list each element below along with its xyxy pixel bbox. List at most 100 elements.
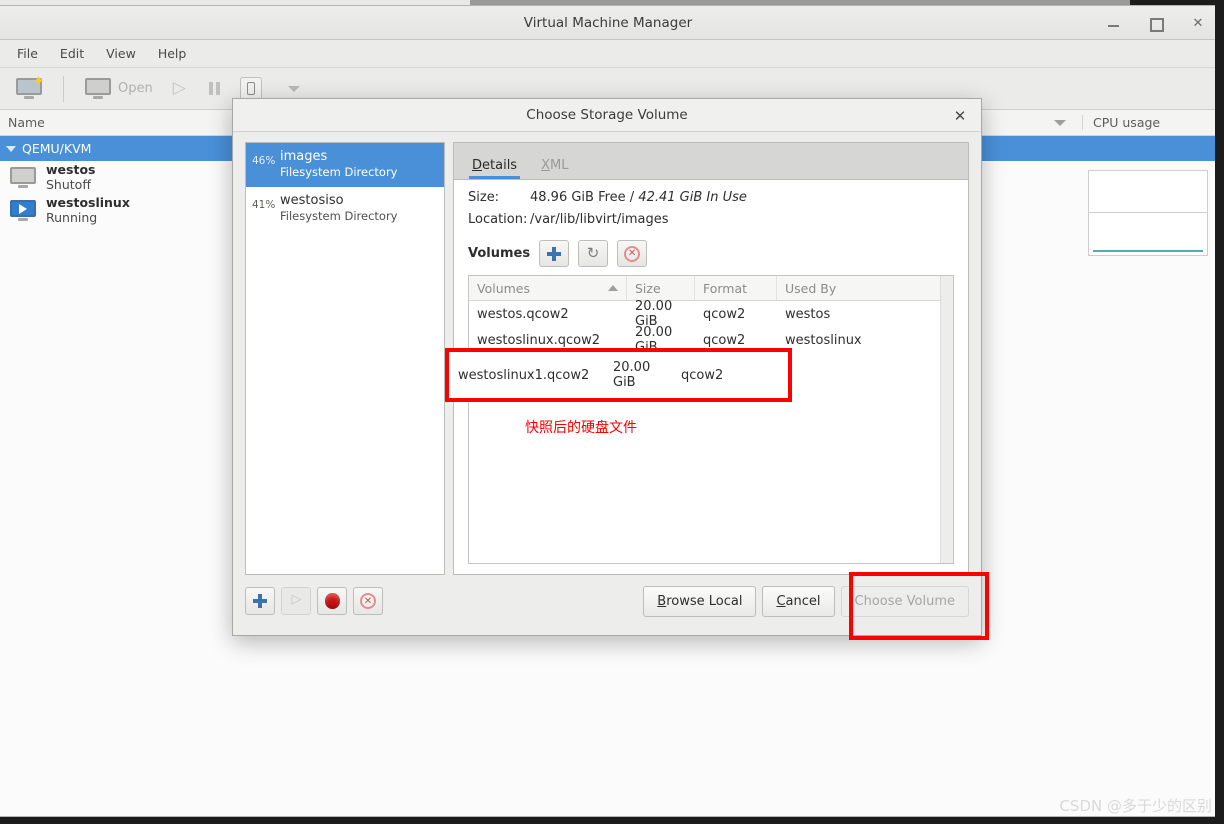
highlighted-volume-size: 20.00 GiB [613,360,651,390]
open-vm-button[interactable]: Open [77,74,161,103]
window-title: Virtual Machine Manager [523,14,693,31]
pool-usage-percent: 41% [252,198,276,211]
monitor-icon [85,78,111,99]
location-value: /var/lib/libvirt/images [530,212,669,227]
new-vm-icon: ✦ [16,74,45,99]
menu-view[interactable]: View [95,42,147,65]
pool-location-field: Location: /var/lib/libvirt/images [468,212,954,227]
volume-used-by: westoslinux [785,332,862,348]
new-vm-button[interactable]: ✦ [8,74,50,103]
add-pool-button[interactable] [245,587,275,615]
run-vm-button[interactable] [165,77,197,101]
column-header-format[interactable]: Format [695,276,777,300]
delete-circle-icon: ✕ [360,593,376,609]
shutdown-options-dropdown[interactable] [274,82,308,96]
highlighted-volume-name: westoslinux1.qcow2 [458,367,590,383]
vm-name: westoslinux [46,195,130,211]
vm-state: Running [46,209,98,225]
dialog-title: Choose Storage Volume [526,107,688,123]
column-header-volumes[interactable]: Volumes [469,276,627,300]
refresh-icon: ↻ [586,244,600,262]
sort-ascending-icon [608,285,618,291]
pool-type: Filesystem Directory [280,208,398,223]
vm-group-label: QEMU/KVM [22,141,92,156]
plus-icon [253,594,267,608]
menu-file[interactable]: File [6,42,49,65]
location-label: Location: [468,212,528,227]
menu-edit[interactable]: Edit [49,42,95,65]
pool-item-images[interactable]: 46% images Filesystem Directory [246,143,444,187]
open-label: Open [118,81,153,96]
menubar: File Edit View Help [0,40,1216,68]
shutdown-icon [239,76,262,101]
menu-help[interactable]: Help [147,42,198,65]
vm-name: westos [46,162,96,178]
volumes-toolbar: Volumes ↻ ✕ [468,240,954,267]
maximize-icon[interactable] [1146,13,1166,33]
pause-vm-button[interactable] [201,78,228,99]
volume-format: qcow2 [703,306,746,322]
table-row[interactable]: westos.qcow2 20.00 GiB qcow2 westos [469,299,953,329]
window-controls: ✕ [1104,6,1208,40]
screen: Virtual Machine Manager ✕ File Edit View… [0,0,1224,824]
dialog-close-icon[interactable]: ✕ [951,107,969,125]
volumes-table-scrollbar[interactable] [940,276,953,563]
delete-pool-button[interactable]: ✕ [353,587,383,615]
vm-state: Shutoff [46,176,91,192]
minimize-icon[interactable] [1104,13,1124,33]
stop-pool-button[interactable] [317,587,347,615]
column-header-size[interactable]: Size [627,276,695,300]
column-sort-toggle[interactable] [1038,119,1082,126]
pool-size-field: Size: 48.96 GiB Free / 42.41 GiB In Use [468,190,954,205]
close-icon[interactable]: ✕ [1188,13,1208,33]
sparkline-trace [1093,250,1203,252]
monitor-running-icon [10,200,36,221]
refresh-volumes-button[interactable]: ↻ [578,240,609,267]
detail-tabs: Details XML [453,142,969,179]
tab-xml[interactable]: XML [541,158,568,179]
volume-used-by: westos [785,306,831,322]
desktop-right-edge [1215,0,1224,824]
volumes-table-header: Volumes Size Format Used By [469,276,953,301]
pool-type: Filesystem Directory [280,165,398,180]
cpu-sparkline-westos [1088,170,1208,214]
chevron-down-icon [1054,119,1066,126]
chevron-down-icon [287,85,300,92]
column-header-used-by[interactable]: Used By [777,276,953,300]
highlighted-volume-format: qcow2 [681,367,724,383]
volume-format: qcow2 [703,332,746,348]
add-volume-button[interactable] [539,240,570,267]
toolbar-separator [63,75,64,102]
pool-item-westosiso[interactable]: 41% westosiso Filesystem Directory [246,187,444,231]
play-icon [173,78,189,98]
volume-name: westos.qcow2 [477,306,569,322]
stop-circle-icon [324,593,340,609]
volumes-table[interactable]: Volumes Size Format Used By westos.qcow2… [468,275,954,564]
size-label: Size: [468,190,500,205]
start-pool-button[interactable] [281,587,311,615]
volume-row-highlight: westoslinux1.qcow2 20.00 GiB qcow2 [445,348,792,402]
dialog-titlebar: Choose Storage Volume ✕ [233,99,981,132]
storage-pool-list[interactable]: 46% images Filesystem Directory 41% west… [245,142,445,575]
size-in-use: 42.41 GiB In Use [638,190,747,205]
watermark: CSDN @多于少的区别 [1059,797,1212,815]
pool-usage-percent: 46% [252,155,276,167]
pool-name: images [280,149,328,164]
window-titlebar: Virtual Machine Manager ✕ [0,6,1216,40]
monitor-icon [10,167,36,188]
expander-triangle-icon[interactable] [6,145,16,152]
size-value: 48.96 GiB Free / 42.41 GiB In Use [530,190,747,205]
plus-icon [547,246,562,261]
browse-local-button[interactable]: Browse Local [643,585,757,617]
pause-icon [208,82,220,95]
choose-volume-highlight [849,572,989,640]
volumes-label: Volumes [468,246,531,261]
delete-circle-icon: ✕ [624,245,641,262]
delete-volume-button[interactable]: ✕ [617,240,648,267]
pool-name: westosiso [280,192,344,208]
tab-details[interactable]: Details [468,158,521,179]
play-icon [292,592,302,607]
column-header-cpu-usage[interactable]: CPU usage [1082,115,1216,130]
cpu-sparkline-westoslinux [1088,212,1208,256]
cancel-button[interactable]: Cancel [762,585,835,617]
